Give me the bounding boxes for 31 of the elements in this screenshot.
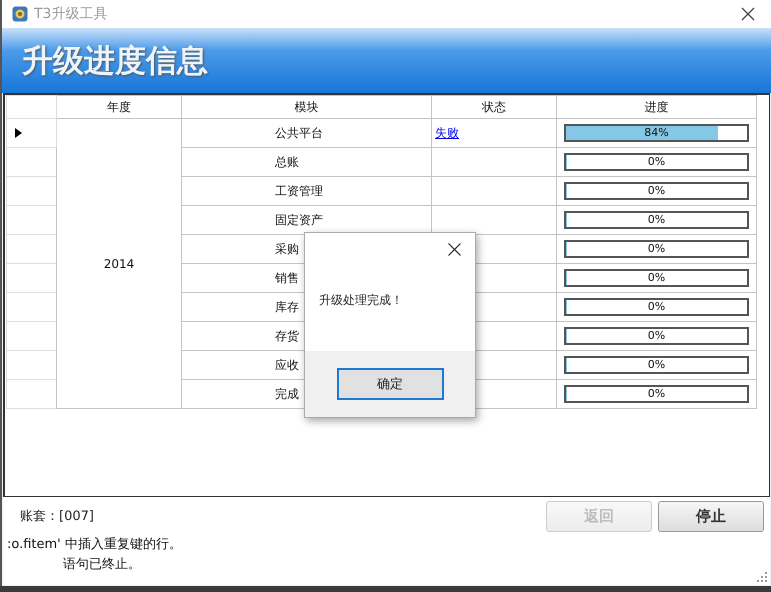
column-header: 模块 xyxy=(182,96,432,118)
progress-bar: 0% xyxy=(564,211,749,229)
stop-button[interactable]: 停止 xyxy=(658,500,764,532)
window-title: T3升级工具 xyxy=(34,5,108,23)
module-cell: 公共平台 xyxy=(182,118,432,148)
resize-grip-icon[interactable] xyxy=(757,572,767,582)
progress-bar: 0% xyxy=(564,182,749,200)
progress-bar: 0% xyxy=(564,327,749,345)
progress-bar: 0% xyxy=(564,356,749,374)
ok-button[interactable]: 确定 xyxy=(336,368,444,400)
column-header: 状态 xyxy=(432,96,556,118)
progress-bar: 84% xyxy=(564,124,749,142)
app-icon xyxy=(12,6,28,22)
module-cell: 总账 xyxy=(182,148,432,176)
progress-bar: 0% xyxy=(564,269,749,287)
dialog-message: 升级处理完成！ xyxy=(319,292,403,308)
column-header: 进度 xyxy=(556,96,756,118)
module-cell: 工资管理 xyxy=(182,176,432,206)
progress-bar: 0% xyxy=(564,385,749,403)
progress-bar: 0% xyxy=(564,153,749,171)
banner-title: 升级进度信息 xyxy=(22,42,208,80)
year-cell: 2014 xyxy=(56,118,182,408)
column-header: 年度 xyxy=(56,96,182,118)
log-line: :o.fitem' 中插入重复键的行。 xyxy=(7,536,183,554)
close-icon[interactable] xyxy=(741,7,755,21)
log-line: 语句已终止。 xyxy=(62,556,142,574)
account-label: 账套：[007] xyxy=(20,508,95,525)
progress-bar: 0% xyxy=(564,240,749,258)
progress-bar: 0% xyxy=(564,298,749,316)
close-icon[interactable] xyxy=(448,242,461,256)
status-link[interactable]: 失败 xyxy=(435,126,459,140)
